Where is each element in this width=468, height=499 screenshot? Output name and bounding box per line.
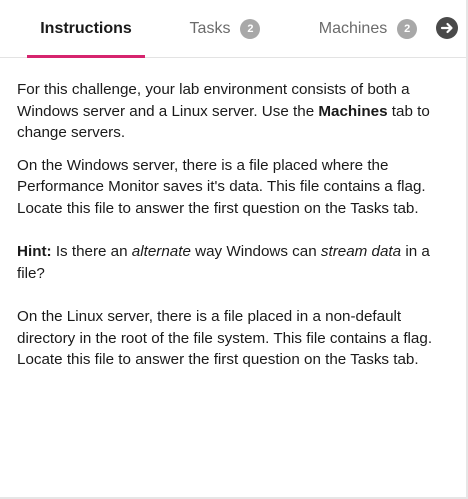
tab-instructions-label: Instructions [40,19,132,37]
tab-machines[interactable]: Machines 2 [313,0,423,57]
machines-count-badge: 2 [397,18,418,39]
tab-tasks-label: Tasks [189,19,231,37]
tab-tasks[interactable]: Tasks 2 [183,0,267,57]
intro-machines-bold: Machines [318,102,388,120]
panel-frame: Instructions Tasks 2 Machines 2 For this… [0,0,468,499]
hint-label: Hint: [17,243,52,260]
hint-italic-stream-data: stream data [320,243,402,260]
active-tab-indicator [27,55,145,58]
instructions-content: For this challenge, your lab environment… [17,79,447,371]
arrow-right-circle-icon[interactable] [436,17,458,39]
hint-text-2: way Windows can [190,243,321,260]
paragraph-windows: On the Windows server, there is a file p… [17,156,426,217]
tab-bar: Instructions Tasks 2 Machines 2 [0,0,466,58]
hint-text-1: Is there an [51,243,132,260]
tasks-count-badge: 2 [240,18,261,39]
paragraph-linux: On the Linux server, there is a file pla… [17,308,433,368]
tab-machines-label: Machines [318,19,388,37]
paragraph-intro: For this challenge, your lab environment… [17,79,447,144]
hint-italic-alternate: alternate [131,243,191,260]
paragraph-hint: Hint: Is there an alternate way Windows … [17,241,447,284]
tab-instructions[interactable]: Instructions [27,0,145,58]
